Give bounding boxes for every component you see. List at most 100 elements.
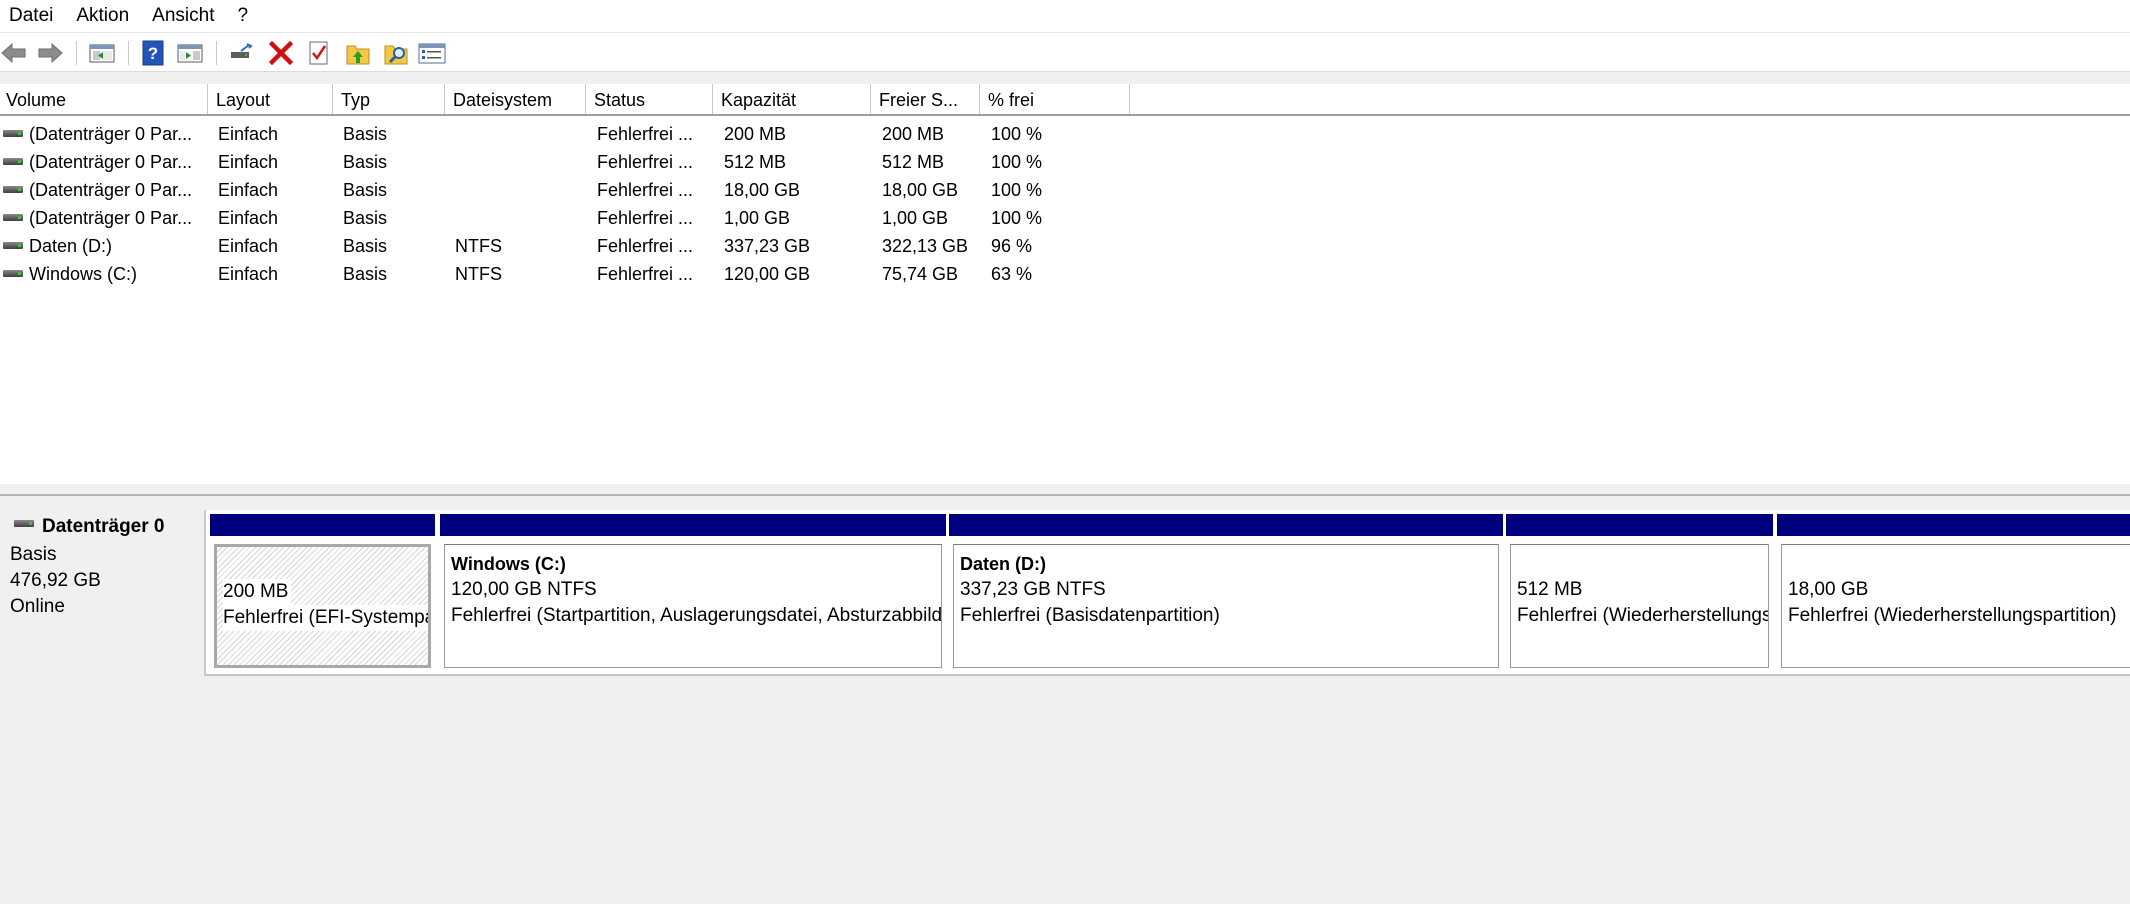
drive-icon xyxy=(3,129,23,139)
back-icon xyxy=(1,42,27,64)
freier-speicher-cell: 18,00 GB xyxy=(882,180,959,200)
kapazitaet-cell: 1,00 GB xyxy=(724,208,791,228)
status-cell: Fehlerfrei ... xyxy=(597,264,694,284)
toolbar: ? xyxy=(0,32,2130,72)
back-button[interactable] xyxy=(0,40,28,66)
partition-daten-d[interactable]: Daten (D:) 337,23 GB NTFS Fehlerfrei (Ba… xyxy=(949,514,1503,670)
table-row[interactable]: (Datenträger 0 Par... Einfach Basis Fehl… xyxy=(0,176,1130,204)
connect-disk-icon xyxy=(229,42,255,64)
connect-disk-button[interactable] xyxy=(228,40,256,66)
status-cell: Fehlerfrei ... xyxy=(597,124,694,144)
prozent-frei-cell: 100 % xyxy=(991,180,1043,200)
partition-box: 512 MB Fehlerfrei (Wiederherstellungspar… xyxy=(1510,544,1769,668)
dateisystem-cell: NTFS xyxy=(455,236,502,256)
checklist-button[interactable] xyxy=(418,40,446,66)
pane-splitter[interactable] xyxy=(0,484,2130,496)
drive-icon xyxy=(3,269,23,279)
find-button[interactable] xyxy=(382,40,410,66)
disk-state: Online xyxy=(10,596,65,617)
typ-cell: Basis xyxy=(343,152,388,172)
partition-status: Fehlerfrei (Startpartition, Auslagerungs… xyxy=(451,605,942,626)
column-header-prozent-frei[interactable]: % frei xyxy=(980,84,1130,114)
volume-cell: (Datenträger 0 Par... xyxy=(0,120,206,148)
layout-cell: Einfach xyxy=(218,152,279,172)
volume-name: (Datenträger 0 Par... xyxy=(29,180,193,200)
partition-windows-c[interactable]: Windows (C:) 120,00 GB NTFS Fehlerfrei (… xyxy=(440,514,946,670)
volume-list-body: (Datenträger 0 Par... Einfach Basis Fehl… xyxy=(0,120,2130,288)
partition-status: Fehlerfrei (Wiederherstellungspartition) xyxy=(1788,605,2117,626)
help-icon: ? xyxy=(142,40,164,66)
table-row[interactable]: (Datenträger 0 Par... Einfach Basis Fehl… xyxy=(0,120,1130,148)
freier-speicher-cell: 512 MB xyxy=(882,152,945,172)
volume-name: Windows (C:) xyxy=(29,264,138,284)
column-header-typ[interactable]: Typ xyxy=(333,84,445,114)
kapazitaet-cell: 512 MB xyxy=(724,152,787,172)
layout-cell: Einfach xyxy=(218,264,279,284)
partition-box: 200 MB Fehlerfrei (EFI-Systempartition) xyxy=(214,544,431,668)
column-header-status[interactable]: Status xyxy=(586,84,713,114)
disk-label-head: Datenträger 0 xyxy=(10,516,204,538)
column-header-dateisystem[interactable]: Dateisystem xyxy=(445,84,586,114)
delete-icon xyxy=(269,41,293,65)
layout-cell: Einfach xyxy=(218,208,279,228)
menu-help[interactable]: ? xyxy=(237,3,248,29)
up-button[interactable] xyxy=(344,40,372,66)
volume-cell: (Datenträger 0 Par... xyxy=(0,148,206,176)
forward-button[interactable] xyxy=(36,40,64,66)
volume-cell: Windows (C:) xyxy=(0,260,206,288)
typ-cell: Basis xyxy=(343,264,388,284)
drive-icon xyxy=(3,185,23,195)
volume-name: (Datenträger 0 Par... xyxy=(29,152,193,172)
menu-datei[interactable]: Datei xyxy=(9,3,53,29)
help-button[interactable]: ? xyxy=(139,40,167,66)
layout-cell: Einfach xyxy=(218,180,279,200)
volume-list-header: Volume Layout Typ Dateisystem Status Kap… xyxy=(0,84,2130,116)
drive-icon xyxy=(14,519,34,529)
column-header-layout[interactable]: Layout xyxy=(208,84,333,114)
svg-text:?: ? xyxy=(148,44,158,63)
table-row[interactable]: (Datenträger 0 Par... Einfach Basis Fehl… xyxy=(0,148,1130,176)
freier-speicher-cell: 322,13 GB xyxy=(882,236,969,256)
partition-recovery-18gb[interactable]: 18,00 GB Fehlerfrei (Wiederherstellungsp… xyxy=(1777,514,2130,670)
disk-type: Basis xyxy=(10,544,57,565)
partition-status: Fehlerfrei (Basisdatenpartition) xyxy=(960,605,1220,626)
kapazitaet-cell: 120,00 GB xyxy=(724,264,811,284)
column-header-volume[interactable]: Volume xyxy=(0,84,208,114)
action-pane-button[interactable] xyxy=(176,40,204,66)
kapazitaet-cell: 200 MB xyxy=(724,124,787,144)
volume-name: (Datenträger 0 Par... xyxy=(29,208,193,228)
partition-bar xyxy=(440,514,946,536)
status-cell: Fehlerfrei ... xyxy=(597,180,694,200)
partition-status: Fehlerfrei (EFI-Systempartition) xyxy=(223,605,428,631)
status-cell: Fehlerfrei ... xyxy=(597,208,694,228)
table-row[interactable]: (Datenträger 0 Par... Einfach Basis Fehl… xyxy=(0,204,1130,232)
partition-title xyxy=(1788,551,2130,577)
partition-size: 337,23 GB NTFS xyxy=(960,579,1106,600)
partition-box: Daten (D:) 337,23 GB NTFS Fehlerfrei (Ba… xyxy=(953,544,1499,668)
kapazitaet-cell: 337,23 GB xyxy=(724,236,811,256)
partition-bar xyxy=(949,514,1503,536)
console-tree-button[interactable] xyxy=(88,40,116,66)
partition-efi[interactable]: 200 MB Fehlerfrei (EFI-Systempartition) xyxy=(210,514,435,670)
disk-name: Datenträger 0 xyxy=(42,516,165,537)
dateisystem-cell xyxy=(455,148,585,176)
layout-cell: Einfach xyxy=(218,124,279,144)
freier-speicher-cell: 200 MB xyxy=(882,124,945,144)
partition-title: Daten (D:) xyxy=(960,554,1046,574)
column-header-freier-speicher[interactable]: Freier S... xyxy=(871,84,980,114)
table-row[interactable]: Daten (D:) Einfach Basis NTFS Fehlerfrei… xyxy=(0,232,1130,260)
table-row[interactable]: Windows (C:) Einfach Basis NTFS Fehlerfr… xyxy=(0,260,1130,288)
partition-size: 200 MB xyxy=(223,579,292,605)
properties-button[interactable] xyxy=(305,40,333,66)
column-header-kapazitaet[interactable]: Kapazität xyxy=(713,84,871,114)
partition-size: 18,00 GB xyxy=(1788,579,1869,600)
disk-label[interactable]: Datenträger 0 Basis 476,92 GB Online xyxy=(0,510,206,676)
status-cell: Fehlerfrei ... xyxy=(597,236,694,256)
freier-speicher-cell: 75,74 GB xyxy=(882,264,959,284)
menu-ansicht[interactable]: Ansicht xyxy=(152,3,214,29)
menu-aktion[interactable]: Aktion xyxy=(76,3,129,29)
typ-cell: Basis xyxy=(343,124,388,144)
dateisystem-cell: NTFS xyxy=(455,264,502,284)
delete-button[interactable] xyxy=(267,40,295,66)
partition-recovery-512[interactable]: 512 MB Fehlerfrei (Wiederherstellungspar… xyxy=(1506,514,1773,670)
